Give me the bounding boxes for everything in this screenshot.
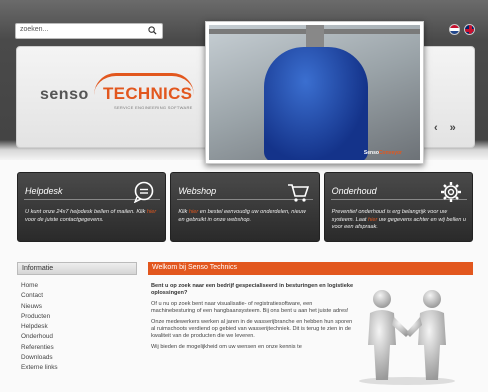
sidebar-item-producten[interactable]: Producten bbox=[21, 313, 137, 323]
search-input[interactable]: zoeken... bbox=[15, 23, 163, 39]
main-text: Bent u op zoek naar een bedrijf gespecia… bbox=[148, 275, 358, 351]
conveyor-photo: SensoConveyor bbox=[209, 25, 420, 160]
service-description: Preventief onderhoud is erg belangrijk v… bbox=[331, 209, 466, 230]
sidebar-item-contact[interactable]: Contact bbox=[21, 292, 137, 302]
previous-arrow-icon[interactable]: ‹ bbox=[434, 122, 438, 134]
photo-laundry-bag bbox=[264, 47, 368, 160]
service-box-webshop[interactable]: Webshop Klik hier en bestel eenvoudig uw… bbox=[170, 172, 320, 242]
logo-text-technics: TECHNICS bbox=[103, 84, 193, 103]
chat-bubble-icon bbox=[134, 181, 154, 203]
sidebar-item-externe-links[interactable]: Externe links bbox=[21, 364, 137, 374]
onderhoud-link[interactable]: hier bbox=[368, 217, 377, 223]
sidebar-menu: Home Contact Nieuws Producten Helpdesk O… bbox=[17, 282, 137, 375]
search-placeholder: zoeken... bbox=[20, 26, 49, 33]
paragraph: Of u nu op zoek bent naar visualisatie- … bbox=[151, 301, 349, 314]
service-boxes: Helpdesk U kunt onze 24x7 helpdesk belle… bbox=[17, 172, 473, 242]
intro-paragraph: Bent u op zoek naar een bedrijf gespecia… bbox=[151, 283, 354, 296]
sidebar-item-home[interactable]: Home bbox=[21, 282, 137, 292]
sidebar-item-referenties[interactable]: Referenties bbox=[21, 344, 137, 354]
service-box-onderhoud[interactable]: Onderhoud Preventief onderhoud is erg be… bbox=[323, 172, 473, 242]
slideshow-image[interactable]: SensoConveyor bbox=[205, 21, 424, 164]
service-title: Webshop bbox=[178, 186, 217, 196]
dutch-flag-icon[interactable] bbox=[449, 24, 460, 35]
language-switcher bbox=[449, 24, 475, 35]
shopping-cart-icon bbox=[287, 184, 309, 202]
handshake-figures-image bbox=[359, 290, 455, 385]
service-box-helpdesk[interactable]: Helpdesk U kunt onze 24x7 helpdesk belle… bbox=[17, 172, 167, 242]
sidebar-item-helpdesk[interactable]: Helpdesk bbox=[21, 323, 137, 333]
next-arrow-icon[interactable]: » bbox=[450, 122, 456, 134]
slider-controls: ‹ » bbox=[434, 122, 456, 134]
english-flag-icon[interactable] bbox=[464, 24, 475, 35]
service-description: U kunt onze 24x7 helpdesk bellen of mail… bbox=[25, 209, 157, 223]
helpdesk-link[interactable]: hier bbox=[147, 209, 156, 215]
paragraph: Onze medewerkers werken al jaren in de w… bbox=[151, 319, 353, 339]
service-title: Onderhoud bbox=[331, 186, 377, 196]
sidebar-item-nieuws[interactable]: Nieuws bbox=[21, 303, 137, 313]
slide-caption: SensoConveyor bbox=[363, 150, 402, 156]
sidebar-title: Informatie bbox=[17, 262, 137, 275]
service-title: Helpdesk bbox=[25, 186, 63, 196]
main-title: Welkom bij Senso Technics bbox=[148, 262, 473, 275]
logo-tagline: SERVICE ENGINEERING SOFTWARE bbox=[114, 105, 193, 110]
service-description: Klik hier en bestel eenvoudig uw onderde… bbox=[178, 209, 306, 223]
sidebar-item-downloads[interactable]: Downloads bbox=[21, 354, 137, 364]
gear-icon bbox=[440, 182, 461, 202]
search-icon[interactable] bbox=[148, 26, 157, 35]
paragraph: Wij bieden de mogelijkheid om uw wensen … bbox=[151, 344, 302, 351]
logo-text-senso: senso bbox=[40, 86, 89, 103]
sidebar: Informatie Home Contact Nieuws Producten… bbox=[17, 262, 137, 392]
webshop-link[interactable]: hier bbox=[189, 209, 198, 215]
sidebar-item-onderhoud[interactable]: Onderhoud bbox=[21, 333, 137, 343]
